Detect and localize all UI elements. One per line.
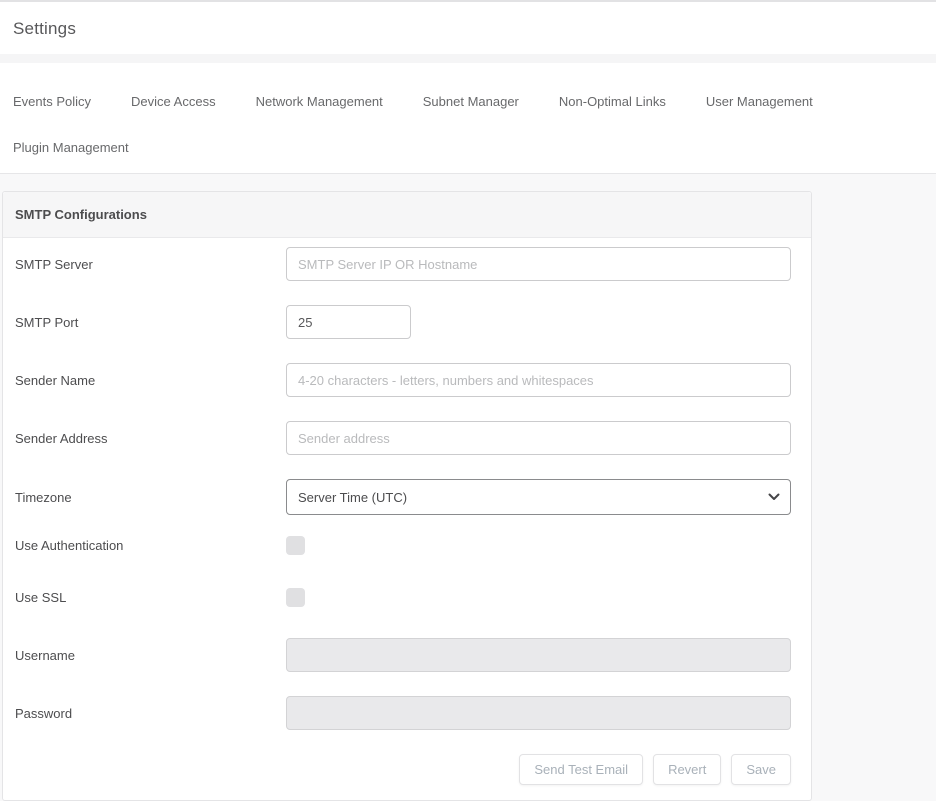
page-header: Settings — [0, 2, 936, 54]
content-area: SMTP Configurations SMTP Server SMTP Por… — [0, 174, 936, 801]
revert-button[interactable]: Revert — [653, 754, 721, 785]
form-row: Use SSL — [15, 587, 791, 607]
tab-non-optimal-links[interactable]: Non-Optimal Links — [559, 94, 666, 109]
tab-events-policy[interactable]: Events Policy — [13, 94, 91, 109]
tab-network-management[interactable]: Network Management — [256, 94, 383, 109]
panel-title: SMTP Configurations — [3, 192, 811, 238]
username-input — [286, 638, 791, 672]
tab-device-access[interactable]: Device Access — [131, 94, 216, 109]
smtp-port-input[interactable] — [286, 305, 411, 339]
smtp-form: SMTP Server SMTP Port Sender Name Sender… — [3, 238, 811, 800]
use-ssl-label: Use SSL — [15, 590, 286, 605]
sender-name-label: Sender Name — [15, 373, 286, 388]
timezone-select-wrap: Server Time (UTC) — [286, 479, 791, 515]
smtp-server-input[interactable] — [286, 247, 791, 281]
timezone-label: Timezone — [15, 490, 286, 505]
tab-row: Plugin Management — [13, 140, 923, 155]
form-row: Password — [15, 696, 791, 730]
use-authentication-label: Use Authentication — [15, 538, 286, 553]
username-label: Username — [15, 648, 286, 663]
timezone-select[interactable]: Server Time (UTC) — [286, 479, 791, 515]
form-actions: Send Test Email Revert Save — [15, 754, 791, 785]
tab-subnet-manager[interactable]: Subnet Manager — [423, 94, 519, 109]
form-row: SMTP Port — [15, 305, 791, 339]
sender-name-input[interactable] — [286, 363, 791, 397]
password-input — [286, 696, 791, 730]
sender-address-label: Sender Address — [15, 431, 286, 446]
save-button[interactable]: Save — [731, 754, 791, 785]
header-divider — [0, 54, 936, 63]
smtp-configurations-panel: SMTP Configurations SMTP Server SMTP Por… — [2, 191, 812, 801]
use-authentication-checkbox[interactable] — [286, 536, 305, 555]
settings-tab-bar: Events Policy Device Access Network Mana… — [0, 63, 936, 174]
page-title: Settings — [13, 19, 923, 39]
form-row: Use Authentication — [15, 535, 791, 555]
smtp-server-label: SMTP Server — [15, 257, 286, 272]
send-test-email-button[interactable]: Send Test Email — [519, 754, 643, 785]
form-row: Sender Address — [15, 421, 791, 455]
tab-plugin-management[interactable]: Plugin Management — [13, 140, 129, 155]
form-row: Username — [15, 638, 791, 672]
tab-row: Events Policy Device Access Network Mana… — [13, 94, 923, 109]
settings-page: Settings Events Policy Device Access Net… — [0, 0, 936, 801]
form-row: SMTP Server — [15, 247, 791, 281]
use-ssl-checkbox[interactable] — [286, 588, 305, 607]
form-row: Sender Name — [15, 363, 791, 397]
smtp-port-label: SMTP Port — [15, 315, 286, 330]
sender-address-input[interactable] — [286, 421, 791, 455]
password-label: Password — [15, 706, 286, 721]
tab-user-management[interactable]: User Management — [706, 94, 813, 109]
form-row: Timezone Server Time (UTC) — [15, 479, 791, 515]
